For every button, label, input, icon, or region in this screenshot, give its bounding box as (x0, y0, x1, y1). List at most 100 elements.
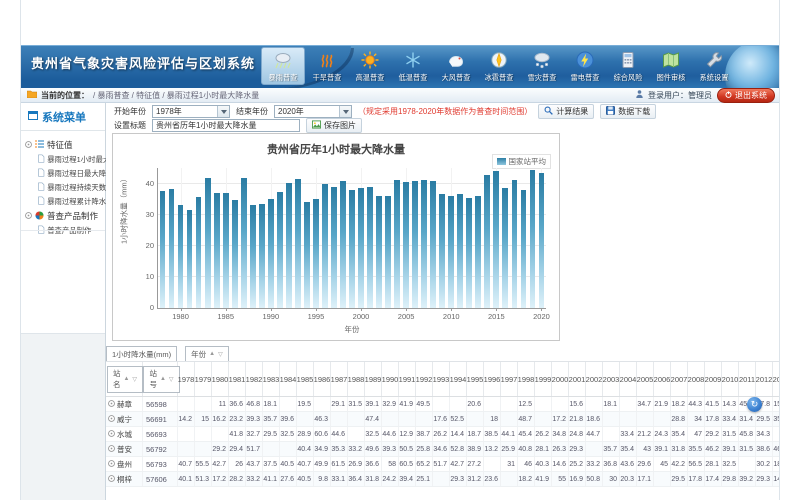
sort-asc-icon[interactable]: ▲ (209, 351, 215, 357)
year-sort-box[interactable]: 年份 ▲ ▽ (185, 346, 229, 362)
data-download-button[interactable]: 数据下载 (600, 104, 656, 119)
value-cell: 24.8 (569, 427, 586, 441)
row-expand-icon[interactable] (108, 415, 115, 424)
start-year-select[interactable]: 1978年 (152, 105, 230, 118)
table-header-row: 站名▲▽站号▲▽19781979198019811982198319841985… (106, 362, 780, 397)
save-image-button[interactable]: 保存图片 (306, 118, 362, 133)
station-id-sort-box[interactable]: 站号▲▽ (143, 366, 179, 393)
sidebar-item[interactable]: 暴雨过程累计降水量 (38, 196, 98, 206)
sidebar-group-1[interactable]: 特征值 (25, 139, 103, 151)
x-tick-mark (271, 308, 272, 311)
year-column-header: 2002 (586, 362, 603, 396)
toolbar-item-3[interactable]: 高温普查 (349, 47, 391, 85)
toolbar-item-5[interactable]: 大风普查 (435, 47, 477, 85)
x-tick-mark (361, 308, 362, 311)
logout-button[interactable]: 退出系统 (717, 88, 775, 103)
value-type-box[interactable]: 1小时降水量(mm) (106, 346, 177, 362)
value-cell: 30 (603, 472, 620, 486)
toolbar-item-label: 大风普查 (437, 73, 475, 83)
value-cell (433, 472, 450, 486)
value-cell: 49.6 (365, 442, 382, 456)
value-cell: 29.5 (756, 412, 773, 426)
row-expand-icon[interactable] (108, 475, 115, 484)
x-tick-label: 1985 (212, 312, 240, 321)
value-cell: 18.5 (773, 457, 780, 471)
row-expand-icon[interactable] (108, 400, 115, 409)
toolbar-item-2[interactable]: 干旱普查 (306, 47, 348, 85)
value-cell: 33.2 (348, 442, 365, 456)
year-column-header: 2009 (705, 362, 722, 396)
value-cell: 38.9 (467, 442, 484, 456)
bar-2011 (457, 194, 463, 308)
chart-title-input[interactable] (152, 119, 300, 132)
year-column-header: 1991 (399, 362, 416, 396)
value-cell: 40.4 (297, 442, 314, 456)
chart-legend[interactable]: 国家站平均 (492, 154, 552, 169)
year-column-header: 1998 (518, 362, 535, 396)
x-tick-label: 2020 (527, 312, 555, 321)
table-row: 威宁5669114.21516.223.239.335.739.646.347.… (106, 412, 780, 427)
value-cell (637, 412, 654, 426)
value-cell: 36.4 (348, 472, 365, 486)
row-expand-icon[interactable] (108, 460, 115, 469)
value-cell (280, 397, 297, 411)
station-name-sort-box[interactable]: 站名▲▽ (107, 366, 143, 393)
toolbar-item-1[interactable]: 暴雨普查 (261, 47, 305, 85)
value-cell: 44.3 (688, 397, 705, 411)
station-name: 水城 (117, 429, 132, 440)
sort-asc-icon[interactable]: ▲ (160, 376, 166, 382)
value-cell (195, 397, 212, 411)
floating-refresh-icon[interactable]: ↻ (747, 397, 762, 412)
rainstorm-icon (262, 48, 304, 72)
toolbar-item-7[interactable]: 雪灾普查 (521, 47, 563, 85)
bar-2012 (466, 198, 472, 308)
bar-1994 (304, 202, 310, 308)
toolbar-item-9[interactable]: 综合风险 (607, 47, 649, 85)
bar-1983 (205, 178, 211, 308)
toolbar-item-10[interactable]: 图件审核 (650, 47, 692, 85)
station-name-cell: 水城 (106, 427, 143, 441)
end-year-select[interactable]: 2020年 (274, 105, 352, 118)
expand-icon[interactable] (25, 211, 32, 221)
value-cell (501, 472, 518, 486)
value-cell: 34 (688, 412, 705, 426)
sidebar-item[interactable]: 暴雨过程1小时最大降水量 (38, 154, 98, 164)
value-cell: 14.1 (773, 472, 780, 486)
sort-desc-icon[interactable]: ▽ (132, 376, 137, 383)
year-column-header: 1996 (484, 362, 501, 396)
value-cell: 35.7 (603, 442, 620, 456)
expand-icon[interactable] (25, 140, 32, 150)
bar-2008 (430, 181, 436, 308)
year-column-header: 1997 (501, 362, 518, 396)
value-cell (654, 412, 671, 426)
row-expand-icon[interactable] (108, 445, 115, 454)
bar-1979 (169, 189, 175, 308)
toolbar-item-11[interactable]: 系统设置 (693, 47, 735, 85)
row-expand-icon[interactable] (108, 430, 115, 439)
table-row: 赫章565981136.646.818.119.529.131.539.132.… (106, 397, 780, 412)
toolbar-item-6[interactable]: 冰雹普查 (478, 47, 520, 85)
sidebar-group-2[interactable]: 普查产品制作 (25, 210, 103, 222)
sort-desc-icon[interactable]: ▽ (218, 351, 223, 358)
value-cell: 29.1 (331, 397, 348, 411)
value-cell (467, 412, 484, 426)
value-cell: 31 (501, 457, 518, 471)
value-cell: 60.5 (399, 457, 416, 471)
sort-asc-icon[interactable]: ▲ (123, 376, 129, 382)
lightning-icon (564, 48, 606, 72)
value-cell: 32.5 (365, 427, 382, 441)
value-cell: 35.7 (263, 412, 280, 426)
value-cell: 36.6 (365, 457, 382, 471)
toolbar-item-8[interactable]: 雷电普查 (564, 47, 606, 85)
toolbar-item-label: 系统设置 (695, 73, 733, 83)
toolbar-item-4[interactable]: 低温普查 (392, 47, 434, 85)
value-cell: 39.3 (382, 442, 399, 456)
sort-desc-icon[interactable]: ▽ (169, 376, 174, 383)
value-cell: 29.4 (229, 442, 246, 456)
sidebar-item[interactable]: 暴雨过程持续天数 (38, 182, 98, 192)
year-column-header: 2004 (620, 362, 637, 396)
x-tick-label: 1990 (257, 312, 285, 321)
doc-icon (38, 168, 44, 178)
sidebar-item[interactable]: 暴雨过程日最大降水量 (38, 168, 98, 178)
calculate-button[interactable]: 计算结果 (538, 104, 594, 119)
